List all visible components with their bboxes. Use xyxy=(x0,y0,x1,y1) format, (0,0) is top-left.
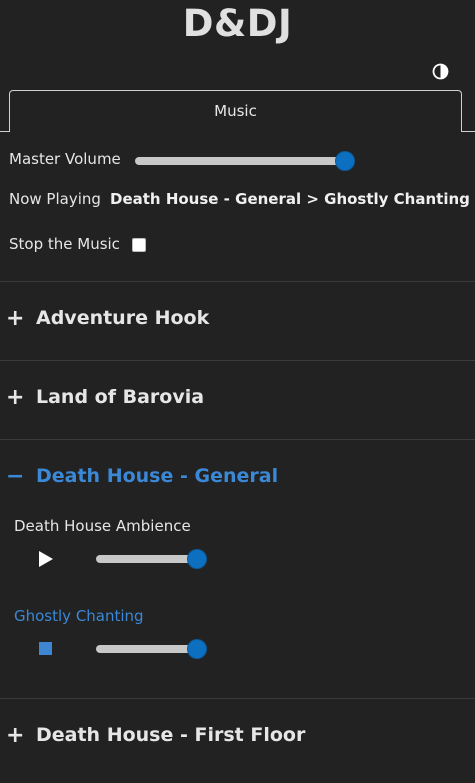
expand-plus-icon: + xyxy=(6,385,25,410)
tab-music[interactable]: Music xyxy=(9,90,462,132)
section-death-house-general[interactable]: − Death House - General xyxy=(0,464,475,524)
master-volume-thumb[interactable] xyxy=(335,151,355,171)
section-title: Death House - First Floor xyxy=(36,724,306,746)
master-volume-slider[interactable] xyxy=(135,151,355,171)
now-playing-value: Death House - General > Ghostly Chanting xyxy=(110,190,470,208)
section-title: Land of Barovia xyxy=(36,386,205,408)
section-title: Adventure Hook xyxy=(36,307,210,329)
section-land-of-barovia[interactable]: + Land of Barovia xyxy=(0,385,475,445)
section-title: Death House - General xyxy=(36,465,279,487)
now-playing-label: Now Playing xyxy=(9,190,101,208)
section-death-house-first-floor[interactable]: + Death House - First Floor xyxy=(0,723,475,783)
tab-bar: Music xyxy=(0,90,475,132)
track-volume-thumb[interactable] xyxy=(187,639,207,659)
divider xyxy=(0,360,475,361)
collapse-minus-icon: − xyxy=(6,464,25,489)
stop-music-label: Stop the Music xyxy=(9,235,120,253)
track-name: Death House Ambience xyxy=(14,517,191,535)
expand-plus-icon: + xyxy=(6,723,25,748)
divider xyxy=(0,698,475,699)
track-volume-thumb[interactable] xyxy=(187,549,207,569)
stop-music-checkbox[interactable] xyxy=(132,238,146,252)
section-adventure-hook[interactable]: + Adventure Hook xyxy=(0,306,475,366)
stop-icon[interactable] xyxy=(39,642,52,655)
master-volume-label: Master Volume xyxy=(9,150,121,168)
app-title: D&DJ xyxy=(182,2,293,45)
divider xyxy=(0,439,475,440)
track-name: Ghostly Chanting xyxy=(14,607,144,625)
play-icon[interactable] xyxy=(38,550,54,568)
divider xyxy=(0,281,475,282)
track-volume-slider[interactable] xyxy=(96,639,207,659)
contrast-icon[interactable] xyxy=(432,63,449,80)
expand-plus-icon: + xyxy=(6,306,25,331)
track-volume-slider[interactable] xyxy=(96,549,207,569)
